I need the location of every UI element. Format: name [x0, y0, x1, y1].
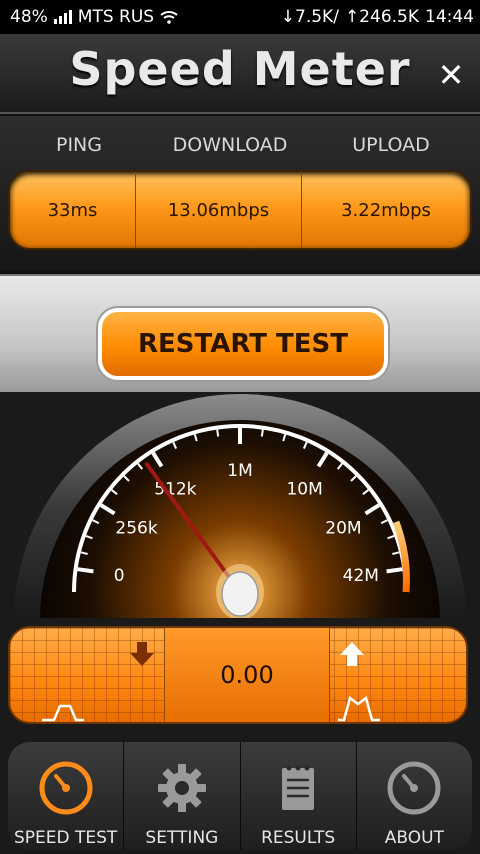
carrier-name: MTS RUS	[77, 7, 155, 27]
app-title: Speed Meter	[69, 42, 411, 96]
stats-values: 33ms 13.06mbps 3.22mbps	[8, 170, 472, 250]
gauge-scale-label: 1M	[227, 461, 252, 481]
stats-panel: PING DOWNLOAD UPLOAD 33ms 13.06mbps 3.22…	[0, 116, 480, 270]
ping-label: PING	[56, 134, 102, 156]
tab-label: SETTING	[145, 828, 219, 848]
gauge-minor-tick	[260, 429, 264, 437]
download-arrow-icon	[130, 642, 154, 666]
upload-wave-icon	[338, 695, 380, 722]
close-icon[interactable]: ✕	[434, 58, 468, 92]
app-root: 48% MTS RUS ↓7.5K/ ↑246.5K 14:44 Speed M…	[0, 0, 480, 854]
gauge-scale-label: 10M	[286, 480, 322, 500]
gauge-scale-label: 256k	[115, 518, 157, 538]
signal-icon	[53, 10, 72, 24]
gauge-major-tick	[386, 567, 403, 574]
speed-gauge: 0 256k 512k 1M 10M 20M 42M	[0, 392, 480, 620]
tab-results[interactable]: RESULTS	[241, 742, 357, 850]
clock: 14:44	[425, 7, 474, 27]
net-download-rate: ↓7.5K/	[280, 7, 339, 27]
speedometer-icon	[39, 761, 93, 815]
live-speed-panel: 0.00	[0, 618, 480, 736]
bottom-tab-bar: SPEED TEST SETTING RESULTS ABOUT	[0, 736, 480, 854]
tab-label: SPEED TEST	[13, 828, 118, 848]
tab-about[interactable]: ABOUT	[357, 742, 472, 850]
download-value: 13.06mbps	[136, 172, 302, 248]
gear-icon	[157, 764, 206, 812]
gauge-scale-label: 42M	[343, 566, 379, 586]
download-label: DOWNLOAD	[172, 134, 288, 156]
status-bar: 48% MTS RUS ↓7.5K/ ↑246.5K 14:44	[0, 0, 480, 34]
title-bar: Speed Meter ✕	[0, 34, 480, 114]
notepad-icon	[282, 765, 315, 810]
gauge-scale-label: 0	[114, 566, 125, 586]
tab-setting[interactable]: SETTING	[124, 742, 241, 850]
download-wave-icon	[42, 704, 84, 722]
gauge-icon	[387, 761, 441, 815]
gauge-major-tick	[77, 567, 94, 574]
upload-label: UPLOAD	[352, 134, 430, 156]
ping-value: 33ms	[10, 172, 136, 248]
tab-label: ABOUT	[384, 828, 444, 848]
net-upload-rate: ↑246.5K	[344, 7, 419, 27]
restart-test-button[interactable]: RESTART TEST	[98, 308, 388, 380]
restart-panel: RESTART TEST	[0, 274, 480, 392]
needle-hub	[221, 571, 259, 617]
gauge-dial: 0256k512k1M10M20M42M	[14, 394, 466, 620]
current-speed-value: 0.00	[164, 628, 330, 722]
tab-speed-test[interactable]: SPEED TEST	[8, 742, 125, 850]
upload-arrow-icon	[340, 642, 364, 666]
tab-label: RESULTS	[261, 828, 336, 848]
gauge-minor-tick	[216, 429, 220, 437]
battery-level: 48%	[10, 7, 48, 27]
wifi-icon	[160, 11, 178, 24]
gauge-scale-label: 20M	[325, 518, 361, 538]
upload-value: 3.22mbps	[341, 199, 431, 221]
